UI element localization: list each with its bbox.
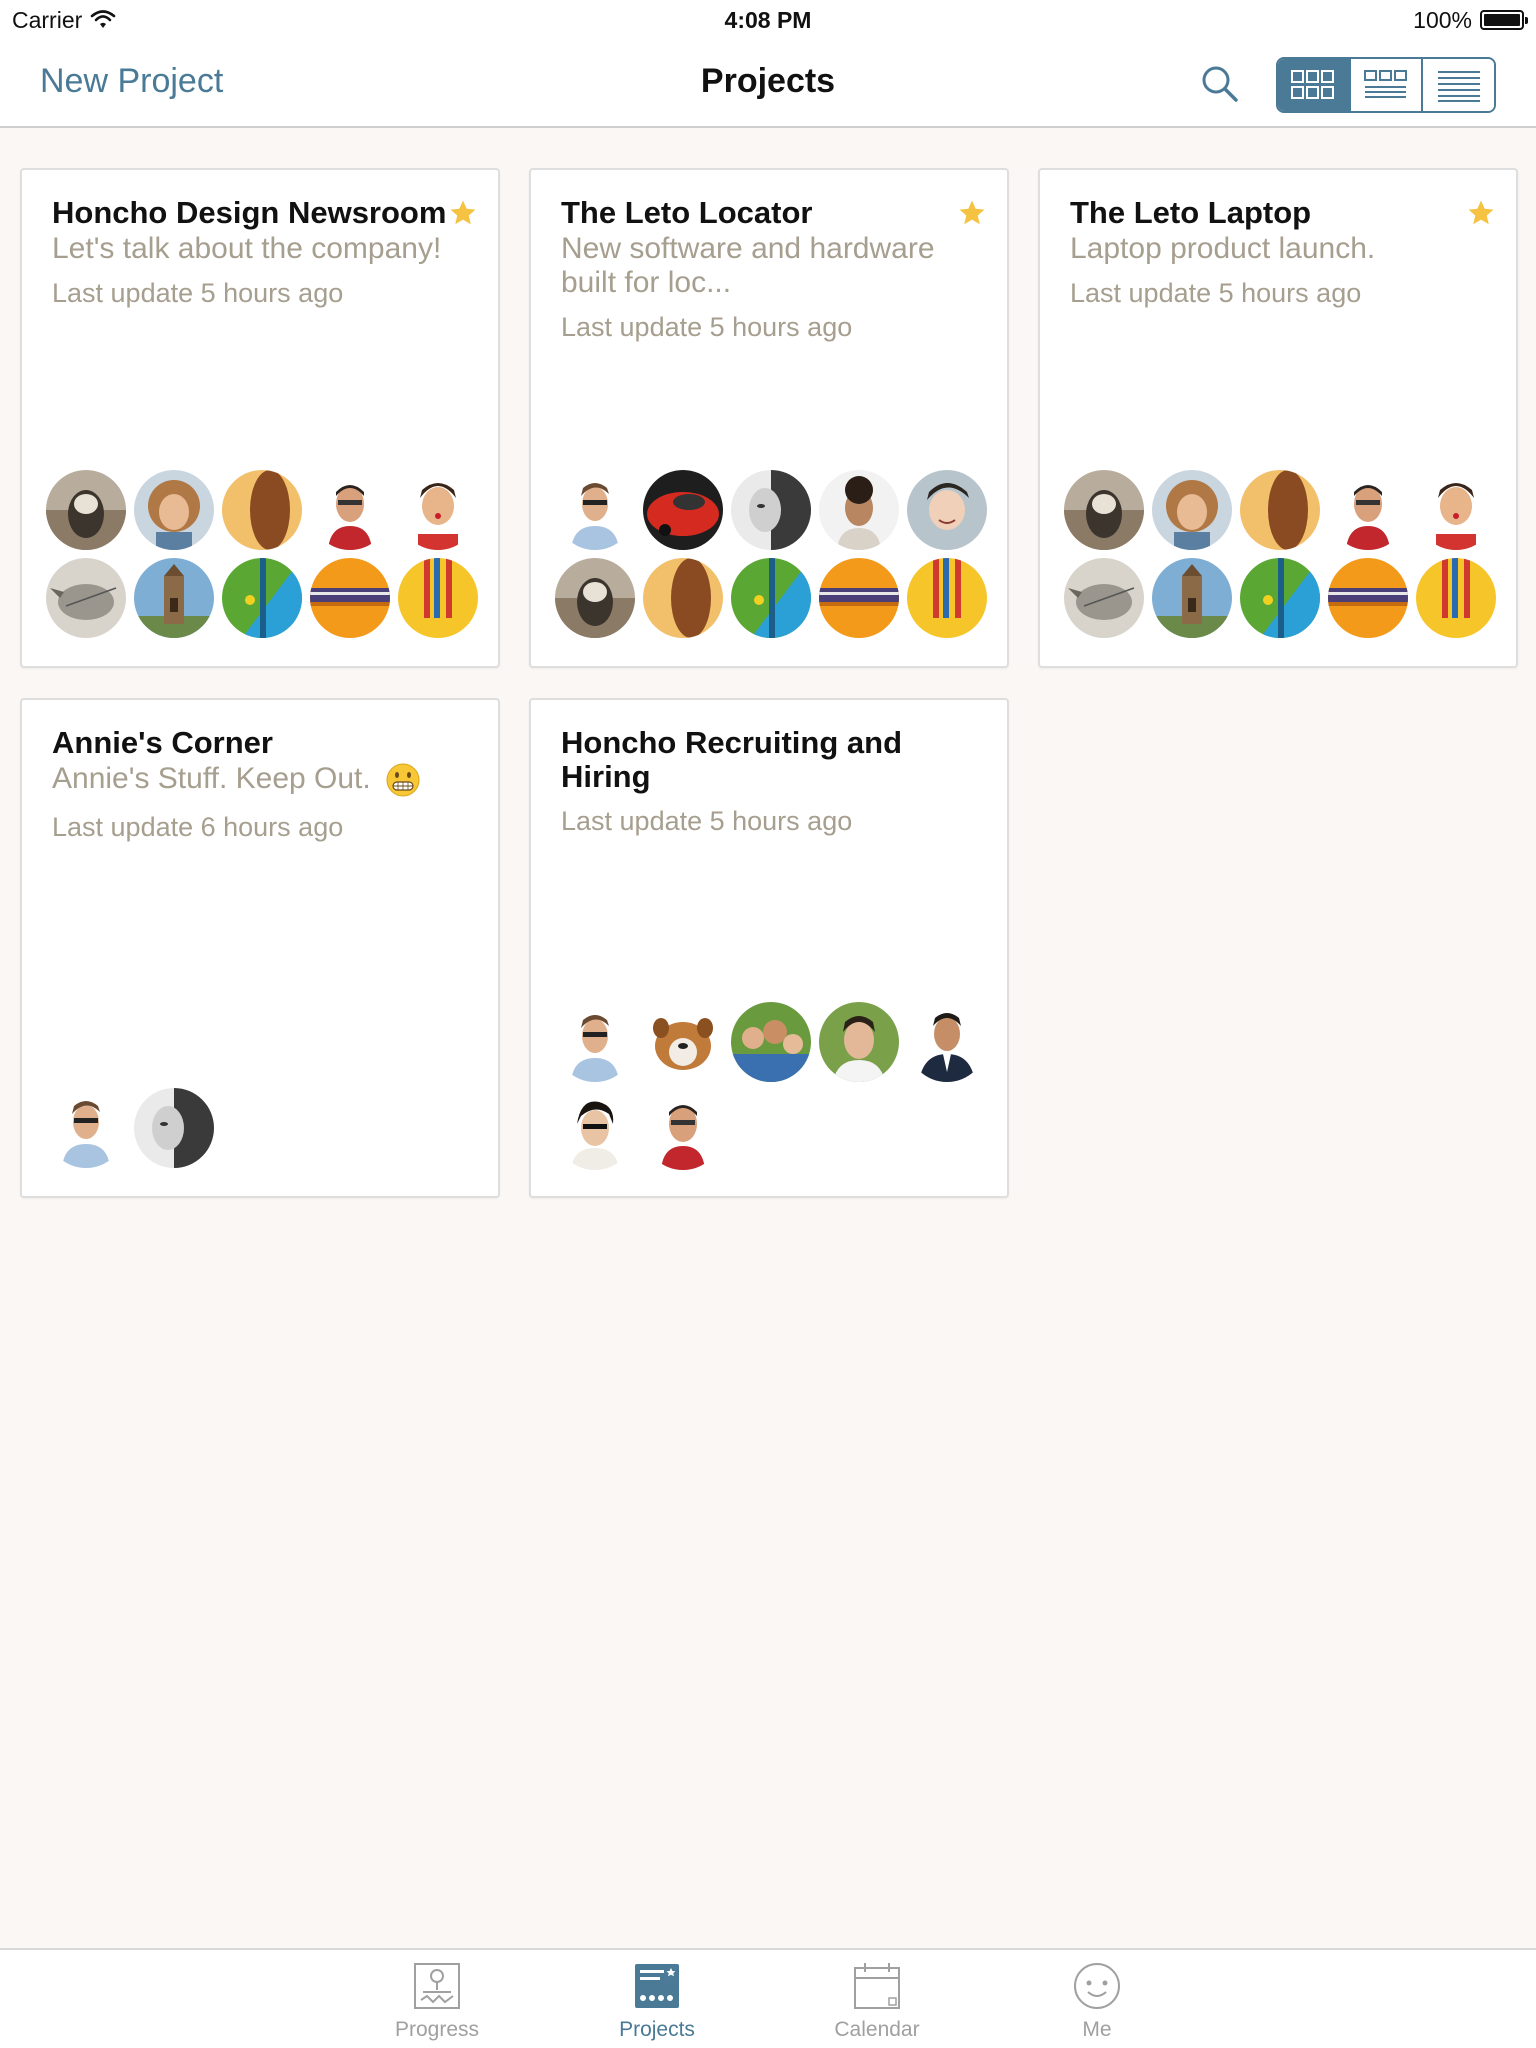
list-view-icon (1437, 71, 1480, 102)
avatar-man-glasses[interactable] (46, 1088, 126, 1168)
avatar-rhino-sketch[interactable] (1064, 558, 1144, 638)
view-mode-segmented-control (1276, 57, 1496, 113)
avatar-man-suit[interactable] (907, 1002, 987, 1082)
star-icon[interactable] (448, 198, 478, 228)
carrier-label: Carrier (12, 6, 83, 33)
grid-view-icon (1291, 70, 1335, 99)
view-list-button[interactable] (1423, 59, 1494, 111)
view-grid-large-button[interactable] (1278, 59, 1351, 111)
project-subtitle-row: Annie's Stuff. Keep Out. (52, 762, 472, 798)
tab-label: Me (1082, 2018, 1112, 2041)
tab-me[interactable]: Me (1017, 1960, 1177, 2042)
calendar-icon (854, 1963, 900, 2009)
status-bar: Carrier 4:08 PM 100% (0, 0, 1536, 40)
tab-label: Calendar (834, 2018, 920, 2041)
avatar-green-blue[interactable] (731, 558, 811, 638)
tab-calendar[interactable]: Calendar (797, 1960, 957, 2042)
avatar-brown-shape[interactable] (643, 558, 723, 638)
avatar-family[interactable] (731, 1002, 811, 1082)
avatar-tower[interactable] (134, 558, 214, 638)
project-subtitle: Let's talk about the company! (52, 232, 442, 265)
avatar-green-blue[interactable] (1240, 558, 1320, 638)
avatar-woman-curly[interactable] (1152, 470, 1232, 550)
avatar-tower[interactable] (1152, 558, 1232, 638)
avatar-woman-bw[interactable] (731, 470, 811, 550)
last-update: Last update 5 hours ago (561, 806, 853, 836)
star-icon[interactable] (1466, 198, 1496, 228)
avatar-yellow-stripes[interactable] (1416, 558, 1496, 638)
battery-label: 100% (1413, 6, 1472, 33)
avatar-rhino-sketch[interactable] (46, 558, 126, 638)
search-button[interactable] (1196, 60, 1244, 108)
star-icon[interactable] (957, 198, 987, 228)
project-title: The Leto Laptop (1070, 195, 1312, 230)
project-subtitle: New software and hardware built for loc.… (561, 232, 935, 299)
avatar-man-red[interactable] (310, 470, 390, 550)
project-subtitle: Annie's Stuff. Keep Out. (52, 762, 371, 795)
avatar-bulldog[interactable] (643, 1002, 723, 1082)
project-card[interactable]: The Leto Laptop Laptop product launch. L… (1038, 168, 1518, 668)
avatar-yellow-stripes[interactable] (907, 558, 987, 638)
avatar-orange-stripes[interactable] (1328, 558, 1408, 638)
battery-icon (1480, 10, 1528, 30)
avatar-brown-shape[interactable] (222, 470, 302, 550)
avatar-woman-curly[interactable] (134, 470, 214, 550)
avatar-orange-stripes[interactable] (819, 558, 899, 638)
view-grid-list-button[interactable] (1350, 59, 1424, 111)
project-card[interactable]: Honcho Design Newsroom Let's talk about … (20, 168, 500, 668)
tab-label: Progress (394, 2018, 480, 2041)
projects-icon (635, 1964, 679, 2008)
avatar-man-park[interactable] (819, 1002, 899, 1082)
avatar-red-car[interactable] (643, 470, 723, 550)
project-subtitle: Laptop product launch. (1070, 232, 1376, 265)
avatar-yellow-stripes[interactable] (398, 558, 478, 638)
grid-list-view-icon (1364, 70, 1407, 98)
avatar-woman-ears[interactable] (398, 470, 478, 550)
status-time: 4:08 PM (724, 6, 812, 33)
project-card[interactable]: The Leto Locator New software and hardwa… (529, 168, 1009, 668)
project-card[interactable]: Annie's Corner Annie's Stuff. Keep Out. … (20, 698, 500, 1198)
progress-icon (414, 1963, 460, 2009)
avatar-green-blue[interactable] (222, 558, 302, 638)
status-right: 100% (1413, 6, 1528, 34)
search-icon (1202, 66, 1238, 102)
status-left: Carrier (12, 7, 116, 34)
avatar-orange-stripes[interactable] (310, 558, 390, 638)
avatar-goat[interactable] (46, 470, 126, 550)
avatar-man-red[interactable] (1328, 470, 1408, 550)
project-title: The Leto Locator (561, 195, 813, 230)
project-title: Honcho Design Newsroom (52, 195, 447, 230)
tab-bar: Progress Projects Calendar Me (0, 1948, 1536, 2048)
avatar-woman-bw[interactable] (134, 1088, 214, 1168)
smiley-icon (1074, 1963, 1120, 2009)
avatar-man-glasses[interactable] (555, 470, 635, 550)
avatar-man-red[interactable] (643, 1090, 723, 1170)
last-update: Last update 5 hours ago (52, 278, 344, 308)
avatar-goat[interactable] (1064, 470, 1144, 550)
wifi-icon (90, 10, 116, 28)
last-update: Last update 5 hours ago (1070, 278, 1362, 308)
avatar-man-smiling[interactable] (907, 470, 987, 550)
navigation-bar: New Project Projects (0, 40, 1536, 128)
avatar-woman-ears[interactable] (1416, 470, 1496, 550)
project-card[interactable]: Honcho Recruiting and Hiring Last update… (529, 698, 1009, 1198)
new-project-button[interactable]: New Project (40, 62, 223, 101)
avatar-man-glasses[interactable] (555, 1002, 635, 1082)
avatar-man-curly[interactable] (819, 470, 899, 550)
last-update: Last update 5 hours ago (561, 312, 853, 342)
project-title: Annie's Corner (52, 725, 273, 760)
avatar-man-dark-hair[interactable] (555, 1090, 635, 1170)
grimacing-face-emoji-icon (386, 763, 420, 797)
tab-label: Projects (619, 2018, 695, 2041)
avatar-goat[interactable] (555, 558, 635, 638)
avatar-brown-shape[interactable] (1240, 470, 1320, 550)
last-update: Last update 6 hours ago (52, 812, 344, 842)
project-title: Honcho Recruiting and Hiring (561, 725, 902, 794)
tab-projects[interactable]: Projects (577, 1960, 737, 2042)
tab-progress[interactable]: Progress (357, 1960, 517, 2042)
